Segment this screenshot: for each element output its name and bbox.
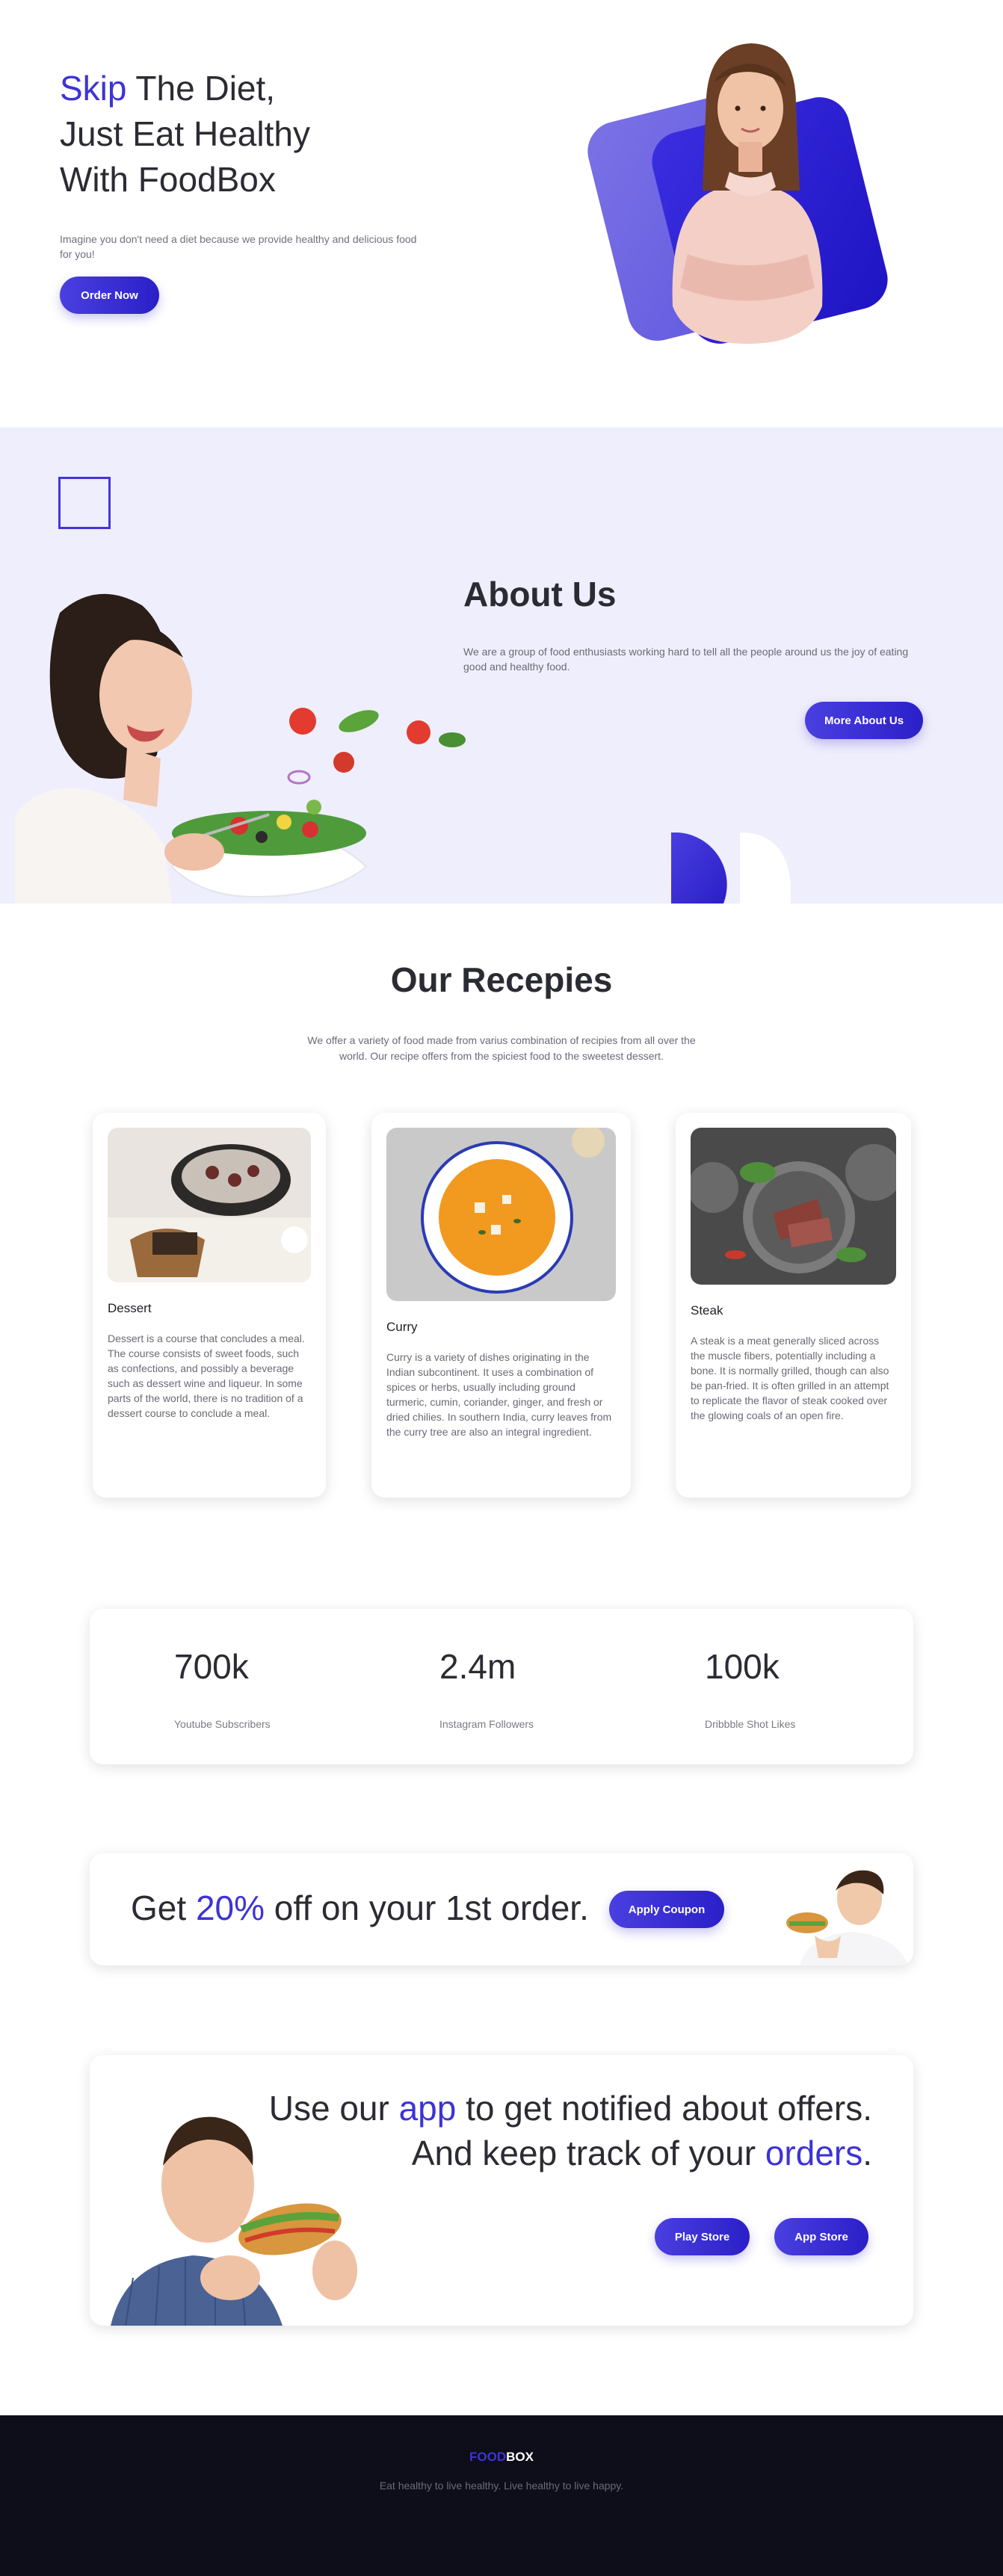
footer-logo-accent: FOOD	[469, 2450, 507, 2464]
coupon-text-before: Get	[131, 1888, 196, 1927]
recipe-card-title: Steak	[691, 1303, 723, 1318]
coupon-banner: Get 20% off on your 1st order. Apply Cou…	[90, 1853, 913, 1965]
recipe-card-text: A steak is a meat generally sliced acros…	[691, 1335, 889, 1421]
recipes-title: Our Recepies	[390, 960, 613, 999]
about-woman-salad-image	[15, 593, 466, 904]
hero-woman-image	[587, 43, 888, 344]
steak-image	[691, 1128, 896, 1285]
about-text: We are a group of food enthusiasts worki…	[463, 646, 909, 673]
stat-value: 700k	[174, 1647, 249, 1686]
about-title: About Us	[463, 575, 617, 614]
app-line2-accent: orders	[765, 2134, 863, 2172]
recipe-card-text: Curry is a variety of dishes originating…	[386, 1351, 612, 1438]
app-store-button[interactable]: App Store	[774, 2218, 868, 2255]
hero-title-line2: Just Eat Healthy	[60, 114, 310, 153]
app-line2-after: .	[862, 2134, 872, 2172]
stat-label: Youtube Subscribers	[174, 1718, 271, 1730]
man-with-burger-image	[786, 1870, 908, 1965]
hero-title: Skip The Diet, Just Eat Healthy With Foo…	[60, 66, 310, 203]
footer-logo-rest: BOX	[506, 2450, 534, 2464]
recipe-card-curry[interactable]: Curry Curry is a variety of dishes origi…	[371, 1113, 631, 1498]
man-eating-sandwich-image	[111, 2116, 357, 2326]
recipe-card-text: Dessert is a course that concludes a mea…	[108, 1332, 305, 1419]
decorative-square-outline	[58, 477, 111, 529]
recipes-subtitle: We offer a variety of food made from var…	[307, 1034, 696, 1062]
app-promo-banner: Use our app to get notified about offers…	[90, 2055, 913, 2326]
stat-value: 2.4m	[439, 1647, 516, 1686]
app-line1-after: to get notified about offers.	[456, 2089, 872, 2128]
more-about-us-button[interactable]: More About Us	[805, 702, 923, 739]
footer-tagline: Eat healthy to live healthy. Live health…	[379, 2480, 624, 2492]
app-promo-line2: And keep track of your orders.	[412, 2133, 872, 2173]
order-now-button[interactable]: Order Now	[60, 277, 159, 314]
curry-image	[386, 1128, 616, 1301]
hero-title-line1: The Diet,	[126, 69, 276, 108]
hero-subtitle: Imagine you don't need a diet because we…	[60, 233, 417, 260]
apply-coupon-button[interactable]: Apply Coupon	[609, 1891, 724, 1928]
coupon-text-after: off on your 1st order.	[265, 1888, 589, 1927]
hero-title-line3: With FoodBox	[60, 160, 276, 199]
stat-value: 100k	[705, 1647, 780, 1686]
app-line2-before: And keep track of your	[411, 2134, 765, 2172]
stats-panel: 700k Youtube Subscribers 2.4m Instagram …	[90, 1609, 913, 1764]
coupon-discount: 20%	[195, 1888, 265, 1927]
play-store-button[interactable]: Play Store	[655, 2218, 750, 2255]
recipe-card-steak[interactable]: Steak A steak is a meat generally sliced…	[676, 1113, 911, 1498]
coupon-headline: Get 20% off on your 1st order.	[131, 1888, 589, 1928]
hero-title-accent: Skip	[60, 69, 127, 108]
app-line1-accent: app	[398, 2089, 457, 2128]
footer-logo[interactable]: FOODBOX	[0, 2450, 1003, 2465]
footer: FOODBOX Eat healthy to live healthy. Liv…	[0, 2415, 1003, 2576]
decorative-half-circles	[671, 833, 791, 904]
stat-label: Instagram Followers	[439, 1718, 534, 1730]
recipe-card-title: Curry	[386, 1320, 418, 1334]
recipe-card-title: Dessert	[108, 1301, 152, 1315]
recipe-card-dessert[interactable]: Dessert Dessert is a course that conclud…	[93, 1113, 326, 1498]
stat-label: Dribbble Shot Likes	[705, 1718, 796, 1730]
dessert-image	[108, 1128, 311, 1282]
